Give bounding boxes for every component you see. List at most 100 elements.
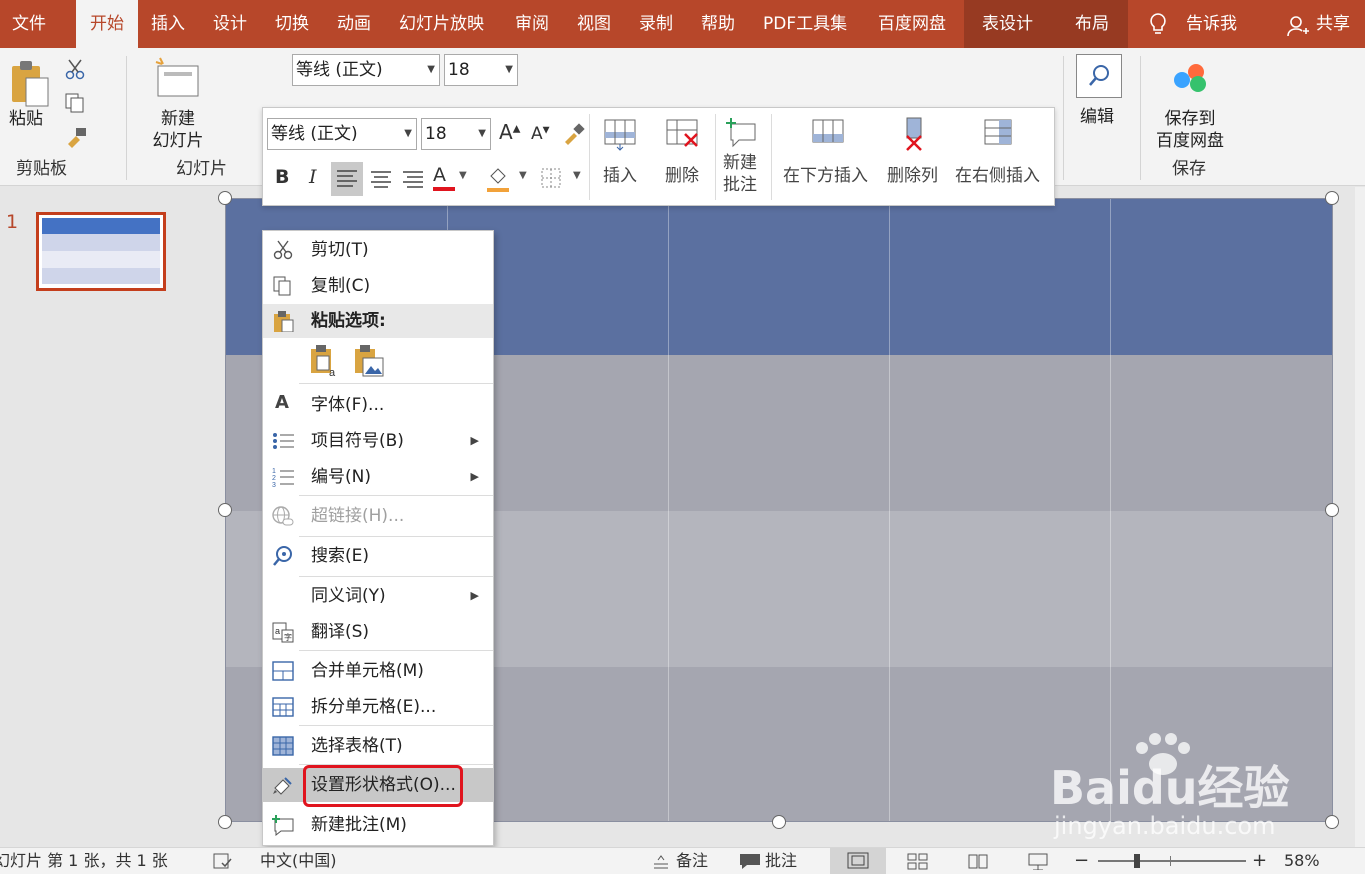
search-icon: [273, 546, 292, 566]
slide-thumbnail[interactable]: [36, 212, 166, 291]
paste-label[interactable]: 粘贴: [9, 108, 43, 130]
tab-view[interactable]: 视图: [577, 0, 611, 48]
share-button[interactable]: 共享: [1316, 0, 1350, 48]
tab-slideshow[interactable]: 幻灯片放映: [399, 0, 484, 48]
menu-item-cut[interactable]: 剪切(T): [263, 233, 493, 267]
mini-font-name-box[interactable]: 等线 (正文) ▼: [267, 118, 417, 150]
delete-table-icon[interactable]: [665, 116, 705, 152]
italic-icon[interactable]: I: [309, 166, 317, 188]
divider: [715, 114, 716, 200]
tab-transitions[interactable]: 切换: [275, 0, 309, 48]
menu-item-select-table[interactable]: 选择表格(T): [263, 729, 493, 763]
zoom-slider-thumb[interactable]: [1134, 854, 1140, 868]
scissors-icon[interactable]: [64, 58, 86, 80]
menu-item-search[interactable]: 搜索(E): [263, 539, 493, 573]
tab-home[interactable]: 开始: [76, 0, 138, 48]
resize-handle[interactable]: [772, 815, 786, 829]
menu-item-font[interactable]: A 字体(F)...: [263, 388, 493, 422]
zoom-level[interactable]: 58%: [1284, 848, 1320, 874]
tab-layout[interactable]: 布局: [1075, 0, 1109, 48]
menu-item-translate[interactable]: a字 翻译(S): [263, 615, 493, 649]
resize-handle[interactable]: [218, 503, 232, 517]
delete-column-button[interactable]: 删除列: [887, 165, 938, 187]
baidu-netdisk-icon[interactable]: [1168, 60, 1212, 96]
new-comment-button[interactable]: 新建 批注: [723, 152, 757, 196]
borders-icon[interactable]: [539, 166, 563, 190]
slide-number: 1: [6, 211, 19, 233]
menu-item-numbering[interactable]: 123 编号(N) ▶: [263, 460, 493, 494]
resize-handle[interactable]: [1325, 191, 1339, 205]
tab-insert[interactable]: 插入: [151, 0, 185, 48]
grow-font-icon[interactable]: A▲: [499, 120, 520, 144]
delete-column-icon[interactable]: [899, 116, 929, 152]
tab-help[interactable]: 帮助: [701, 0, 735, 48]
tab-pdf-tools[interactable]: PDF工具集: [763, 0, 847, 48]
menu-item-copy[interactable]: 复制(C): [263, 269, 493, 303]
resize-handle[interactable]: [218, 191, 232, 205]
new-comment-icon[interactable]: [725, 116, 759, 150]
align-right-icon[interactable]: [399, 164, 427, 194]
menu-item-synonyms[interactable]: 同义词(Y) ▶: [263, 579, 493, 613]
align-left-button[interactable]: [331, 162, 363, 196]
zoom-out-button[interactable]: −: [1074, 848, 1089, 874]
tab-review[interactable]: 审阅: [515, 0, 549, 48]
tell-me-search[interactable]: 告诉我: [1186, 0, 1237, 48]
insert-button[interactable]: 插入: [603, 165, 637, 187]
slide-sorter-icon[interactable]: [906, 852, 930, 870]
copy-icon[interactable]: [64, 92, 86, 114]
delete-button[interactable]: 删除: [665, 165, 699, 187]
slideshow-icon[interactable]: [1026, 852, 1050, 870]
new-slide-icon[interactable]: [152, 56, 202, 100]
menu-item-split-cells[interactable]: 拆分单元格(E)...: [263, 690, 493, 724]
tab-file[interactable]: 文件: [12, 0, 46, 48]
paste-icon[interactable]: [8, 58, 52, 108]
menu-item-merge-cells[interactable]: 合并单元格(M): [263, 654, 493, 688]
font-name-box[interactable]: 等线 (正文) ▼: [292, 54, 440, 86]
lightbulb-icon: [1150, 13, 1166, 34]
menu-item-new-comment[interactable]: 新建批注(M): [263, 808, 493, 842]
tab-baidu-netdisk[interactable]: 百度网盘: [878, 0, 946, 48]
paste-as-picture-icon[interactable]: [353, 344, 385, 378]
chevron-down-icon[interactable]: ▼: [573, 170, 581, 181]
clear-format-brush-icon[interactable]: [561, 122, 585, 146]
chevron-down-icon[interactable]: ▼: [459, 170, 467, 181]
tab-design[interactable]: 设计: [213, 0, 247, 48]
notes-button[interactable]: 备注: [676, 848, 708, 874]
new-slide-label[interactable]: 新建 幻灯片: [140, 108, 216, 152]
mini-font-size-box[interactable]: 18 ▼: [421, 118, 491, 150]
resize-handle[interactable]: [218, 815, 232, 829]
zoom-in-button[interactable]: +: [1252, 848, 1267, 874]
paste-keep-text-only-icon[interactable]: a: [309, 344, 339, 378]
comments-icon: [740, 854, 760, 869]
divider: [771, 114, 772, 200]
tab-animations[interactable]: 动画: [337, 0, 371, 48]
accessibility-check-icon[interactable]: [212, 852, 234, 870]
normal-view-button[interactable]: [830, 848, 886, 874]
language-indicator[interactable]: 中文(中国): [260, 848, 337, 874]
insert-below-icon[interactable]: [811, 116, 847, 152]
clipboard-group-label: 剪贴板: [16, 159, 67, 179]
resize-handle[interactable]: [1325, 503, 1339, 517]
menu-item-bullets[interactable]: 项目符号(B) ▶: [263, 424, 493, 458]
chevron-down-icon[interactable]: ▼: [519, 170, 527, 181]
tab-record[interactable]: 录制: [639, 0, 673, 48]
insert-right-icon[interactable]: [981, 116, 1017, 152]
save-to-netdisk-label[interactable]: 保存到 百度网盘: [1152, 108, 1228, 152]
find-button[interactable]: [1076, 54, 1122, 98]
edit-label[interactable]: 编辑: [1080, 106, 1114, 128]
svg-text:3: 3: [272, 482, 276, 488]
insert-below-button[interactable]: 在下方插入: [783, 165, 868, 187]
shrink-font-icon[interactable]: A▼: [531, 124, 550, 144]
font-size-box[interactable]: 18 ▼: [444, 54, 518, 86]
bold-icon[interactable]: B: [275, 166, 289, 188]
insert-table-rows-icon[interactable]: [603, 116, 639, 152]
insert-right-button[interactable]: 在右侧插入: [955, 165, 1040, 187]
zoom-slider[interactable]: [1098, 854, 1246, 868]
tab-table-design[interactable]: 表设计: [982, 0, 1033, 48]
comments-button[interactable]: 批注: [765, 848, 797, 874]
fill-color-icon[interactable]: [485, 164, 511, 194]
reading-view-icon[interactable]: [966, 852, 990, 870]
font-color-icon[interactable]: A: [433, 164, 455, 191]
align-center-icon[interactable]: [367, 164, 395, 194]
format-painter-icon[interactable]: [64, 126, 88, 148]
